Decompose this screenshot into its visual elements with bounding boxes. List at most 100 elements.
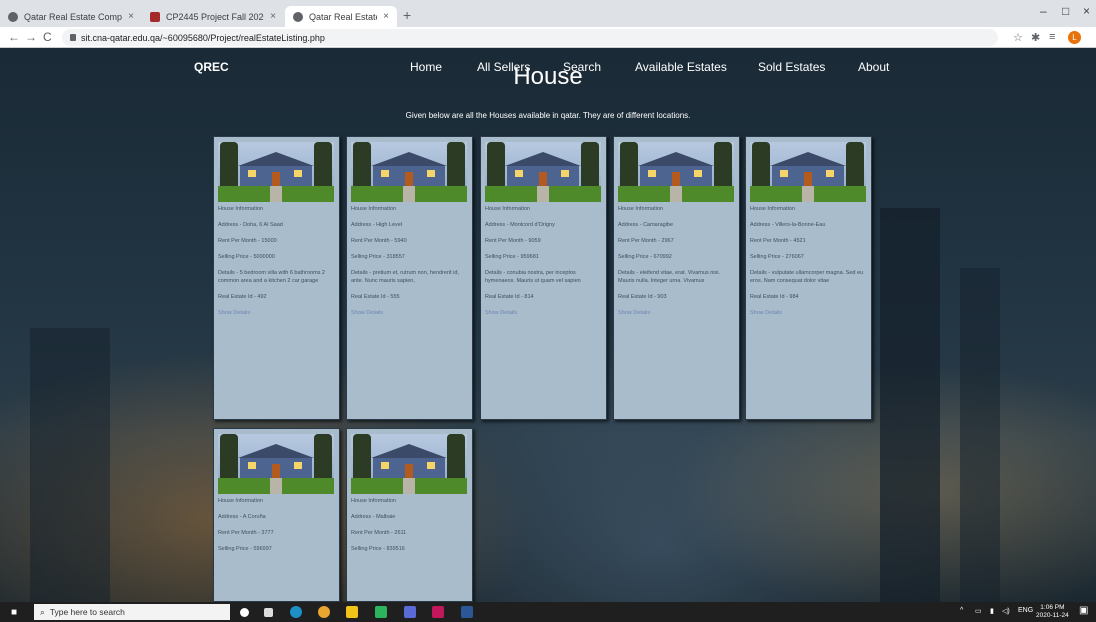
- taskbar-search-input[interactable]: ⌕ Type here to search: [34, 604, 230, 620]
- chrome-icon[interactable]: [318, 606, 330, 618]
- listing-details: Details - eleifend vitae, erat. Vivamus …: [618, 270, 720, 284]
- listing-details: Details - vulputate ullamcorper magna. S…: [750, 270, 864, 284]
- listing-id: Real Estate Id - 492: [218, 294, 267, 300]
- tab-title: Qatar Real Estate Company: [24, 11, 123, 22]
- close-tab-icon[interactable]: ×: [383, 11, 389, 22]
- listing-id: Real Estate Id - 555: [351, 294, 400, 300]
- network-icon[interactable]: ▭: [975, 607, 982, 615]
- listing-card: House Information Address - Doha, 6 Al S…: [213, 136, 340, 420]
- show-details-link[interactable]: Show Details: [485, 309, 602, 317]
- mail-icon[interactable]: [404, 606, 416, 618]
- browser-tab[interactable]: CP2445 Project Fall 2020 - CP24 ×: [142, 6, 284, 27]
- listing-address: Address - Camaragibe: [618, 222, 674, 228]
- taskbar-clock[interactable]: 1:06 PM 2020-11-24: [1036, 604, 1069, 620]
- globe-icon: [293, 11, 303, 22]
- show-details-link[interactable]: Show Details: [618, 309, 735, 317]
- background-building: [960, 268, 1000, 602]
- house-photo: [750, 142, 866, 202]
- new-tab-button[interactable]: +: [403, 7, 411, 23]
- notifications-icon[interactable]: ▣: [1079, 605, 1088, 616]
- house-photo: [218, 142, 334, 202]
- lock-icon: [70, 34, 76, 41]
- minimize-button[interactable]: –: [1040, 4, 1047, 18]
- background-building: [880, 208, 940, 602]
- listing-rent: Rent Per Month - 3777: [218, 530, 274, 536]
- profile-avatar[interactable]: L: [1068, 31, 1081, 44]
- show-details-link[interactable]: Show Details: [351, 309, 468, 317]
- house-info-title: House Information: [618, 206, 663, 212]
- listing-rent: Rent Per Month - 15000: [218, 238, 277, 244]
- listing-price: Selling Price - 318557: [351, 254, 405, 260]
- extensions-icon[interactable]: ✱: [1031, 31, 1040, 44]
- listing-rent: Rent Per Month - 4521: [750, 238, 806, 244]
- search-placeholder: Type here to search: [49, 607, 125, 617]
- listing-card: House Information Address - Villers-la-B…: [745, 136, 872, 420]
- windows-start-icon[interactable]: ■: [11, 607, 17, 618]
- tab-title: Qatar Real Estate Company: [309, 11, 377, 22]
- media-app-icon[interactable]: [432, 606, 444, 618]
- search-icon: ⌕: [40, 606, 45, 617]
- maximize-button[interactable]: □: [1062, 4, 1069, 18]
- listing-card: House Information Address - Montcord d'O…: [480, 136, 607, 420]
- volume-icon[interactable]: ◁): [1002, 607, 1010, 615]
- word-icon[interactable]: [461, 606, 473, 618]
- listing-card: House Information Address - A Coruña Ren…: [213, 428, 340, 602]
- star-icon[interactable]: ☆: [1013, 31, 1023, 44]
- task-view-icon[interactable]: [264, 608, 273, 617]
- tab-title: CP2445 Project Fall 2020 - CP24: [166, 11, 264, 22]
- house-info-title: House Information: [485, 206, 530, 212]
- browser-tab[interactable]: Qatar Real Estate Company ×: [0, 6, 142, 27]
- listing-card: House Information Address - Camaragibe R…: [613, 136, 740, 420]
- listing-id: Real Estate Id - 903: [618, 294, 667, 300]
- listing-price: Selling Price - 670992: [618, 254, 672, 260]
- house-info-title: House Information: [218, 206, 263, 212]
- listing-rent: Rent Per Month - 9059: [485, 238, 541, 244]
- moodle-icon: [150, 11, 160, 22]
- cortana-icon[interactable]: [240, 608, 249, 617]
- reading-list-icon[interactable]: ≡: [1049, 31, 1055, 43]
- background-building: [30, 328, 110, 602]
- show-details-link[interactable]: Show Details: [218, 309, 335, 317]
- clock-time: 1:06 PM: [1040, 604, 1065, 611]
- listing-id: Real Estate Id - 984: [750, 294, 799, 300]
- page-subtitle: Given below are all the Houses available…: [405, 111, 691, 120]
- file-explorer-icon[interactable]: [346, 606, 358, 618]
- show-details-link[interactable]: Show Details: [750, 309, 867, 317]
- address-bar[interactable]: sit.cna-qatar.edu.qa/~60095680/Project/r…: [62, 29, 998, 46]
- close-window-button[interactable]: ×: [1083, 4, 1090, 18]
- listing-price: Selling Price - 276067: [750, 254, 804, 260]
- listing-rent: Rent Per Month - 2611: [351, 530, 407, 536]
- page-viewport: QREC Home All Sellers Search Available E…: [0, 48, 1096, 602]
- listing-id: Real Estate Id - 814: [485, 294, 534, 300]
- back-button[interactable]: ←: [8, 30, 20, 44]
- edge-icon[interactable]: [290, 606, 302, 618]
- listing-price: Selling Price - 959681: [485, 254, 539, 260]
- listing-address: Address - Doha, 6 Al Saad: [218, 222, 283, 228]
- listing-price: Selling Price - 839516: [351, 546, 405, 552]
- battery-icon[interactable]: ▮: [990, 607, 994, 615]
- clock-date: 2020-11-24: [1036, 612, 1069, 619]
- spreadsheet-app-icon[interactable]: [375, 606, 387, 618]
- listing-card: House Information Address - Malbaie Rent…: [346, 428, 473, 602]
- close-tab-icon[interactable]: ×: [270, 11, 276, 22]
- listing-address: Address - Montcord d'Origny: [485, 222, 555, 228]
- browser-tab-active[interactable]: Qatar Real Estate Company ×: [285, 6, 397, 27]
- close-tab-icon[interactable]: ×: [128, 11, 134, 22]
- listing-details: Details - 5 bedroom villa with 6 bathroo…: [218, 270, 325, 284]
- listing-address: Address - High Level: [351, 222, 403, 228]
- listing-rent: Rent Per Month - 5940: [351, 238, 407, 244]
- chevron-up-icon[interactable]: ^: [960, 607, 963, 614]
- url-text: sit.cna-qatar.edu.qa/~60095680/Project/r…: [81, 32, 325, 43]
- language-indicator[interactable]: ENG: [1018, 607, 1033, 614]
- listing-details: Details - conubia nostra, per inceptos h…: [485, 270, 581, 284]
- listing-card: House Information Address - High Level R…: [346, 136, 473, 420]
- house-info-title: House Information: [750, 206, 795, 212]
- listing-address: Address - Villers-la-Bonne-Eau: [750, 222, 826, 228]
- listing-rent: Rent Per Month - 2967: [618, 238, 674, 244]
- browser-toolbar: ← → C sit.cna-qatar.edu.qa/~60095680/Pro…: [0, 27, 1096, 48]
- forward-button[interactable]: →: [25, 30, 37, 44]
- house-photo: [218, 434, 334, 494]
- reload-button[interactable]: C: [43, 30, 52, 44]
- browser-tab-strip: Qatar Real Estate Company × CP2445 Proje…: [0, 0, 1096, 27]
- listing-price: Selling Price - 5000000: [218, 254, 275, 260]
